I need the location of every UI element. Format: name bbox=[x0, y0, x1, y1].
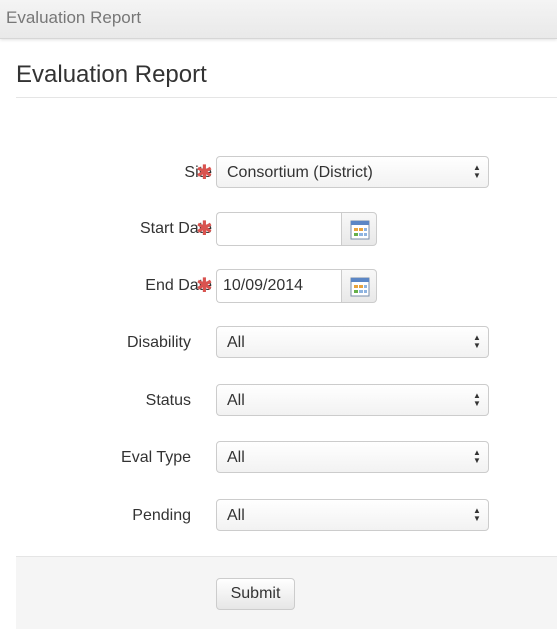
window-title-bar: Evaluation Report bbox=[0, 0, 557, 39]
site-select[interactable]: Consortium (District) ▲ ▼ bbox=[216, 156, 489, 188]
start-date-row: Start Date ✱ bbox=[0, 211, 557, 247]
window-title: Evaluation Report bbox=[6, 8, 142, 27]
submit-button[interactable]: Submit bbox=[216, 578, 295, 610]
page-title: Evaluation Report bbox=[16, 61, 207, 88]
eval-type-label: Eval Type bbox=[121, 449, 191, 466]
end-date-value: 10/09/2014 bbox=[223, 277, 304, 294]
disability-select[interactable]: All ▲ ▼ bbox=[216, 326, 489, 358]
required-icon: ✱ bbox=[196, 275, 213, 297]
end-date-calendar-button[interactable] bbox=[341, 269, 377, 303]
calendar-icon bbox=[350, 277, 370, 297]
site-row: Site ✱ Consortium (District) ▲ ▼ bbox=[0, 155, 557, 191]
status-row: Status All ▲ ▼ bbox=[0, 383, 557, 419]
start-date-input[interactable] bbox=[216, 212, 342, 246]
pending-select-value: All bbox=[227, 507, 245, 524]
pending-select[interactable]: All ▲ ▼ bbox=[216, 499, 489, 531]
status-select-value: All bbox=[227, 392, 245, 409]
required-icon: ✱ bbox=[196, 162, 213, 184]
select-arrows-icon: ▲ ▼ bbox=[473, 391, 481, 408]
form-actions: Submit bbox=[16, 556, 557, 629]
title-divider bbox=[16, 97, 557, 98]
start-date-calendar-button[interactable] bbox=[341, 212, 377, 246]
pending-row: Pending All ▲ ▼ bbox=[0, 498, 557, 534]
end-date-input[interactable]: 10/09/2014 bbox=[216, 269, 342, 303]
eval-type-select-value: All bbox=[227, 449, 245, 466]
disability-select-value: All bbox=[227, 334, 245, 351]
status-label: Status bbox=[145, 392, 191, 409]
select-arrows-icon: ▲ ▼ bbox=[473, 506, 481, 523]
site-select-value: Consortium (District) bbox=[227, 164, 373, 181]
select-arrows-icon: ▲ ▼ bbox=[473, 333, 481, 350]
select-arrows-icon: ▲ ▼ bbox=[473, 163, 481, 180]
disability-row: Disability All ▲ ▼ bbox=[0, 325, 557, 361]
select-arrows-icon: ▲ ▼ bbox=[473, 448, 481, 465]
eval-type-row: Eval Type All ▲ ▼ bbox=[0, 440, 557, 476]
end-date-row: End Date ✱ 10/09/2014 bbox=[0, 268, 557, 304]
calendar-icon bbox=[350, 220, 370, 240]
status-select[interactable]: All ▲ ▼ bbox=[216, 384, 489, 416]
required-icon: ✱ bbox=[196, 218, 213, 240]
pending-label: Pending bbox=[132, 507, 191, 524]
eval-type-select[interactable]: All ▲ ▼ bbox=[216, 441, 489, 473]
disability-label: Disability bbox=[126, 334, 191, 351]
